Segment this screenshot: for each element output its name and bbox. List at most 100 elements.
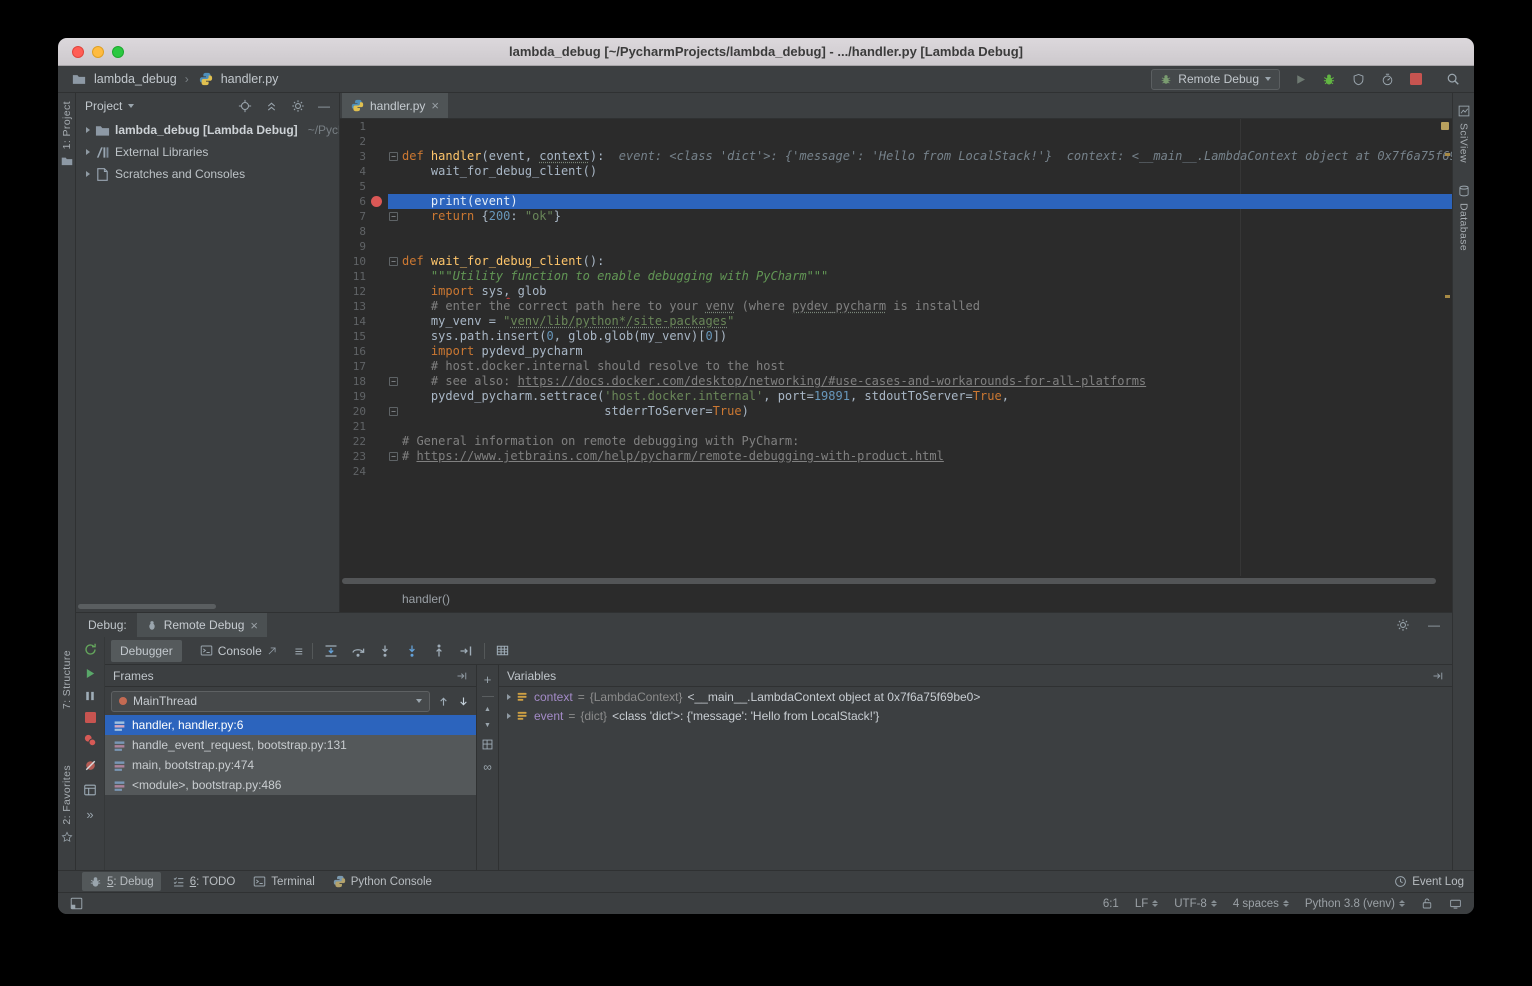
frame-row[interactable]: <module>, bootstrap.py:486	[105, 775, 476, 795]
code-line[interactable]: 2	[340, 134, 1452, 149]
rerun-icon[interactable]	[83, 642, 98, 657]
chevron-right-icon[interactable]	[86, 149, 90, 155]
breakpoint-gutter[interactable]	[366, 419, 388, 434]
breakpoint-gutter[interactable]	[366, 239, 388, 254]
minimize-window-button[interactable]	[92, 46, 104, 58]
gear-icon[interactable]	[1396, 618, 1410, 632]
toolwindow-button-favorites[interactable]: 2: Favorites	[58, 765, 75, 843]
lock-icon[interactable]	[1421, 897, 1433, 910]
fold-gutter[interactable]	[388, 344, 402, 359]
fold-gutter[interactable]	[388, 434, 402, 449]
variable-row[interactable]: event = {dict} <class 'dict'>: {'message…	[499, 706, 1452, 725]
tab-debugger[interactable]: Debugger	[111, 640, 182, 662]
breakpoint-gutter[interactable]	[366, 389, 388, 404]
chevron-down-icon[interactable]	[128, 104, 134, 108]
view-as-table-icon[interactable]	[494, 642, 512, 660]
toolwindow-button-python-console[interactable]: Python Console	[326, 872, 439, 891]
close-icon[interactable]: ×	[431, 99, 439, 112]
fold-icon[interactable]: −	[389, 152, 398, 161]
fold-gutter[interactable]	[388, 164, 402, 179]
breakpoint-gutter[interactable]	[366, 269, 388, 284]
evaluate-infinity-icon[interactable]: ∞	[483, 760, 492, 774]
code-line[interactable]: 8	[340, 224, 1452, 239]
search-everywhere-button[interactable]	[1444, 70, 1462, 88]
toolwindow-button-database[interactable]: Database	[1453, 185, 1474, 251]
panel-options-icon[interactable]	[456, 670, 468, 682]
fold-gutter[interactable]: −	[388, 374, 402, 389]
gear-icon[interactable]	[291, 99, 305, 113]
breakpoint-gutter[interactable]	[366, 149, 388, 164]
expand-icon[interactable]	[507, 713, 511, 719]
indent-widget[interactable]: 4 spaces	[1233, 898, 1289, 910]
tab-console[interactable]: Console	[191, 640, 286, 662]
fold-gutter[interactable]	[388, 179, 402, 194]
fold-gutter[interactable]	[388, 269, 402, 284]
breakpoint-gutter[interactable]	[366, 374, 388, 389]
breakpoint-gutter[interactable]	[366, 194, 388, 209]
error-stripe-mark[interactable]	[1445, 295, 1450, 298]
fold-icon[interactable]: −	[389, 212, 398, 221]
code-line[interactable]: 22# General information on remote debugg…	[340, 434, 1452, 449]
breakpoint-gutter[interactable]	[366, 404, 388, 419]
toolwindow-button-project[interactable]: 1: Project	[58, 101, 75, 167]
variable-row[interactable]: context = {LambdaContext} <__main__.Lamb…	[499, 687, 1452, 706]
step-into-icon[interactable]	[376, 642, 394, 660]
project-hscrollbar[interactable]	[78, 604, 216, 609]
code-line[interactable]: 11 """Utility function to enable debuggi…	[340, 269, 1452, 284]
show-execution-point-icon[interactable]	[322, 642, 340, 660]
chevron-right-icon[interactable]	[86, 127, 90, 133]
fold-gutter[interactable]	[388, 389, 402, 404]
fold-gutter[interactable]	[388, 314, 402, 329]
breakpoint-gutter[interactable]	[366, 179, 388, 194]
breakpoint-gutter[interactable]	[366, 359, 388, 374]
editor-hscrollbar[interactable]	[342, 578, 1436, 584]
next-frame-icon[interactable]	[457, 695, 470, 708]
interpreter-widget[interactable]: Python 3.8 (venv)	[1305, 898, 1405, 910]
breakpoint-gutter[interactable]	[366, 134, 388, 149]
fold-gutter[interactable]: −	[388, 254, 402, 269]
close-icon[interactable]: ×	[250, 619, 258, 632]
step-into-my-code-icon[interactable]	[403, 642, 421, 660]
run-config-selector[interactable]: Remote Debug	[1151, 69, 1280, 90]
titlebar[interactable]: lambda_debug [~/PycharmProjects/lambda_d…	[58, 38, 1474, 66]
code-line[interactable]: 20− stderrToServer=True)	[340, 404, 1452, 419]
code-line[interactable]: 18− # see also: https://docs.docker.com/…	[340, 374, 1452, 389]
hide-panel-icon[interactable]: —	[318, 99, 330, 113]
breakpoint-gutter[interactable]	[366, 314, 388, 329]
mute-breakpoints-icon[interactable]	[83, 758, 98, 773]
breakpoint-gutter[interactable]	[366, 164, 388, 179]
code-line[interactable]: 17 # host.docker.internal should resolve…	[340, 359, 1452, 374]
code-line[interactable]: 4 wait_for_debug_client()	[340, 164, 1452, 179]
screen-reader-icon[interactable]	[1449, 898, 1462, 910]
step-over-icon[interactable]	[349, 642, 367, 660]
fold-gutter[interactable]	[388, 359, 402, 374]
fold-gutter[interactable]	[388, 464, 402, 479]
project-title[interactable]: Project	[85, 99, 122, 113]
frame-row[interactable]: handler, handler.py:6	[105, 715, 476, 735]
breakpoint-gutter[interactable]	[366, 224, 388, 239]
toolwindow-button-structure[interactable]: 7: Structure	[58, 650, 75, 709]
breakpoint-gutter[interactable]	[366, 284, 388, 299]
fold-gutter[interactable]	[388, 119, 402, 134]
hide-panel-icon[interactable]: —	[1428, 618, 1440, 632]
more-actions-icon[interactable]: »	[86, 807, 93, 822]
debug-button[interactable]	[1320, 70, 1338, 88]
fold-icon[interactable]: −	[389, 257, 398, 266]
add-watch-icon[interactable]: +	[484, 672, 492, 687]
code-line[interactable]: 14 my_venv = "venv/lib/python*/site-pack…	[340, 314, 1452, 329]
resume-icon[interactable]	[84, 667, 97, 680]
fold-gutter[interactable]: −	[388, 404, 402, 419]
code-line[interactable]: 5	[340, 179, 1452, 194]
code-line[interactable]: 19 pydevd_pycharm.settrace('host.docker.…	[340, 389, 1452, 404]
code-line[interactable]: 7− return {200: "ok"}	[340, 209, 1452, 224]
move-down-icon[interactable]: ▼	[484, 722, 491, 729]
code-line[interactable]: 6 print(event)	[340, 194, 1452, 209]
code-line[interactable]: 16 import pydevd_pycharm	[340, 344, 1452, 359]
caret-position[interactable]: 6:1	[1103, 898, 1119, 910]
breakpoint-gutter[interactable]	[366, 299, 388, 314]
toolwindow-button-debug[interactable]: 5: Debug	[82, 872, 161, 891]
fold-gutter[interactable]	[388, 239, 402, 254]
editor-hscroll-track[interactable]	[340, 576, 1452, 586]
layout-menu-icon[interactable]: ≡	[295, 643, 303, 659]
code-line[interactable]: 12 import sys, glob	[340, 284, 1452, 299]
